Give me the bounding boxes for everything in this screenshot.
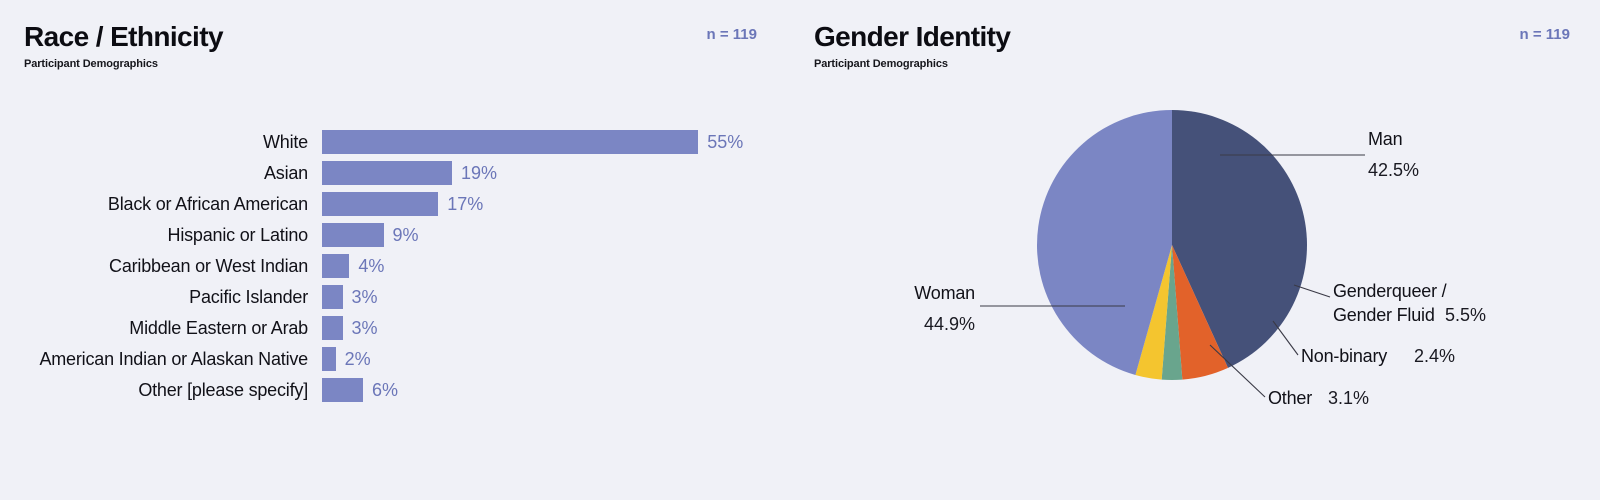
bar-category-label: Pacific Islander: [189, 286, 308, 307]
race-sample-size-badge: n = 119: [706, 26, 757, 43]
bar-fill: [322, 347, 336, 371]
bar-track: 6%: [322, 378, 398, 402]
bar-value-label: 17%: [447, 193, 484, 214]
bar-value-label: 9%: [392, 224, 419, 245]
bar-row: Other [please specify] 6%: [0, 378, 790, 402]
race-panel-header: Race / Ethnicity Participant Demographic…: [24, 21, 224, 71]
bar-row: American Indian or Alaskan Native 2%: [0, 347, 790, 371]
bar-value-label: 3%: [351, 317, 378, 338]
bar-category-label: Asian: [263, 162, 308, 183]
bar-track: 3%: [322, 285, 378, 309]
race-ethnicity-panel: Race / Ethnicity Participant Demographic…: [0, 0, 790, 500]
pie-leader-line: [1293, 284, 1331, 298]
bar-fill: [322, 254, 350, 278]
race-bar-chart: White 55% Asian 19% Black or African America…: [0, 130, 790, 409]
pie-slice-value: 42.5%: [1368, 160, 1419, 180]
bar-row: White 55%: [0, 130, 790, 154]
bar-track: 9%: [322, 223, 419, 247]
bar-row: Asian 19%: [0, 161, 790, 185]
bar-value-label: 3%: [351, 286, 378, 307]
bar-track: 19%: [322, 161, 497, 185]
bar-track: 17%: [322, 192, 483, 216]
bar-fill: [322, 285, 343, 309]
bar-track: 55%: [322, 130, 743, 154]
bar-fill: [322, 316, 343, 340]
page-title: Race / Ethnicity: [24, 21, 224, 52]
bar-value-label: 6%: [372, 379, 399, 400]
pie-slice-label: Woman: [914, 283, 975, 303]
pie-svg: Man 42.5% Woman 44.9% Genderqueer / Gender Fl…: [914, 110, 1486, 408]
pie-slice-label: Man: [1368, 129, 1402, 149]
pie-slice-label: Gender Fluid: [1333, 305, 1435, 325]
bar-fill: [322, 192, 439, 216]
bar-category-label: American Indian or Alaskan Native: [39, 348, 308, 369]
gender-pie-chart: Man 42.5% Woman 44.9% Genderqueer / Gender Fl…: [790, 0, 1600, 500]
bar-fill: [322, 130, 699, 154]
bar-fill: [322, 223, 384, 247]
pie-slice-value: 2.4%: [1414, 346, 1455, 366]
bar-category-label: Hispanic or Latino: [167, 224, 309, 245]
pie-slice-value: 44.9%: [924, 314, 975, 334]
bar-row: Middle Eastern or Arab 3%: [0, 316, 790, 340]
bar-category-label: Middle Eastern or Arab: [129, 317, 308, 338]
gender-identity-panel: Gender Identity Participant Demographics…: [790, 0, 1600, 500]
race-panel-subtitle: Participant Demographics: [24, 58, 158, 71]
bar-value-label: 4%: [358, 255, 385, 276]
pie-slice-label: Other: [1268, 388, 1312, 408]
pie-slice-label: Non-binary: [1301, 346, 1387, 366]
bar-category-label: White: [262, 131, 308, 152]
bar-fill: [322, 378, 364, 402]
bar-value-label: 55%: [707, 131, 744, 152]
bar-category-label: Caribbean or West Indian: [109, 255, 308, 276]
bar-fill: [322, 161, 452, 185]
bar-track: 4%: [322, 254, 384, 278]
pie-slice-label: Genderqueer /: [1333, 281, 1447, 301]
bar-category-label: Black or African American: [107, 193, 308, 214]
bar-row: Pacific Islander 3%: [0, 285, 790, 309]
pie-slice-value: 3.1%: [1328, 388, 1369, 408]
bar-track: 3%: [322, 316, 378, 340]
bar-row: Black or African American 17%: [0, 192, 790, 216]
pie-slice-value: 5.5%: [1445, 305, 1486, 325]
bar-value-label: 19%: [460, 162, 497, 183]
pie-leader-line: [1272, 320, 1299, 356]
bar-value-label: 2%: [344, 348, 371, 369]
bar-track: 2%: [322, 347, 371, 371]
bar-category-label: Other [please specify]: [138, 379, 308, 400]
bar-row: Hispanic or Latino 9%: [0, 223, 790, 247]
bar-row: Caribbean or West Indian 4%: [0, 254, 790, 278]
